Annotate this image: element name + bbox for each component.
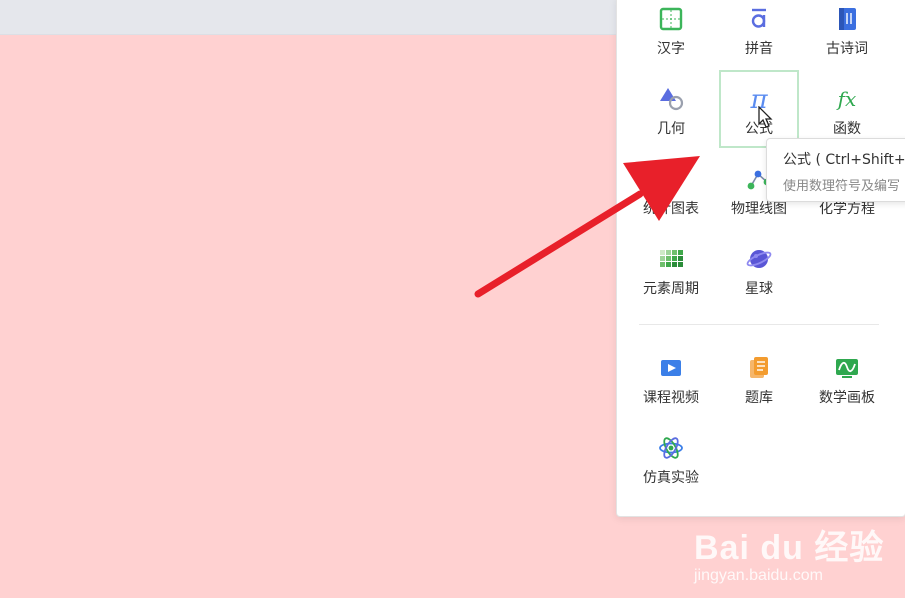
tool-label: 题库 [745, 390, 773, 406]
tool-label: 拼音 [745, 41, 773, 57]
tool-tongji[interactable]: 统计图表 [631, 166, 711, 244]
question-bank-icon [746, 355, 772, 381]
tooltip-title: 公式 ( Ctrl+Shift+ [783, 152, 905, 168]
tool-label: 统计图表 [643, 201, 699, 217]
chart-icon [658, 166, 684, 192]
tool-label: 函数 [833, 121, 861, 137]
math-board-icon [834, 355, 860, 381]
formula-tooltip: 公式 ( Ctrl+Shift+ 使用数理符号及编写 [766, 138, 905, 202]
svg-text:fx: fx [836, 87, 857, 111]
geometry-shapes-icon [658, 86, 684, 112]
tool-gushici[interactable]: 古诗词 [807, 6, 887, 84]
tool-label: 课程视频 [643, 390, 699, 406]
tool-label: 几何 [657, 121, 685, 137]
tool-jihe[interactable]: 几何 [631, 86, 711, 164]
tool-xingqiu[interactable]: 星球 [719, 246, 799, 324]
book-icon [834, 6, 860, 32]
pinyin-a-icon [746, 6, 772, 32]
tool-label: 古诗词 [826, 41, 868, 57]
periodic-table-icon [658, 246, 684, 272]
hanzi-grid-icon [658, 6, 684, 32]
planet-icon [746, 246, 772, 272]
fx-icon: fx [834, 86, 860, 112]
tool-label: 元素周期 [643, 281, 699, 297]
watermark-url: jingyan.baidu.com [694, 567, 823, 584]
baidu-jingyan-watermark: Bai du 经验 jingyan.baidu.com [694, 520, 884, 585]
watermark-logo: Bai du 经验 [694, 529, 885, 567]
video-icon [658, 355, 684, 381]
atom-icon [658, 435, 684, 461]
tool-label: 数学画板 [819, 390, 875, 406]
tool-label: 仿真实验 [643, 470, 699, 486]
tool-hanzi[interactable]: 汉字 [631, 6, 711, 84]
tool-tiku[interactable]: 题库 [719, 355, 799, 433]
tool-label: 星球 [745, 281, 773, 297]
tool-kecheng[interactable]: 课程视频 [631, 355, 711, 433]
section-divider [639, 324, 879, 325]
tooltip-description: 使用数理符号及编写 [783, 179, 901, 194]
mouse-cursor-icon [758, 106, 773, 128]
tool-yuansu[interactable]: 元素周期 [631, 246, 711, 324]
tool-label: 汉字 [657, 41, 685, 57]
tool-fangzhen[interactable]: 仿真实验 [631, 435, 711, 513]
tool-shuxue[interactable]: 数学画板 [807, 355, 887, 433]
